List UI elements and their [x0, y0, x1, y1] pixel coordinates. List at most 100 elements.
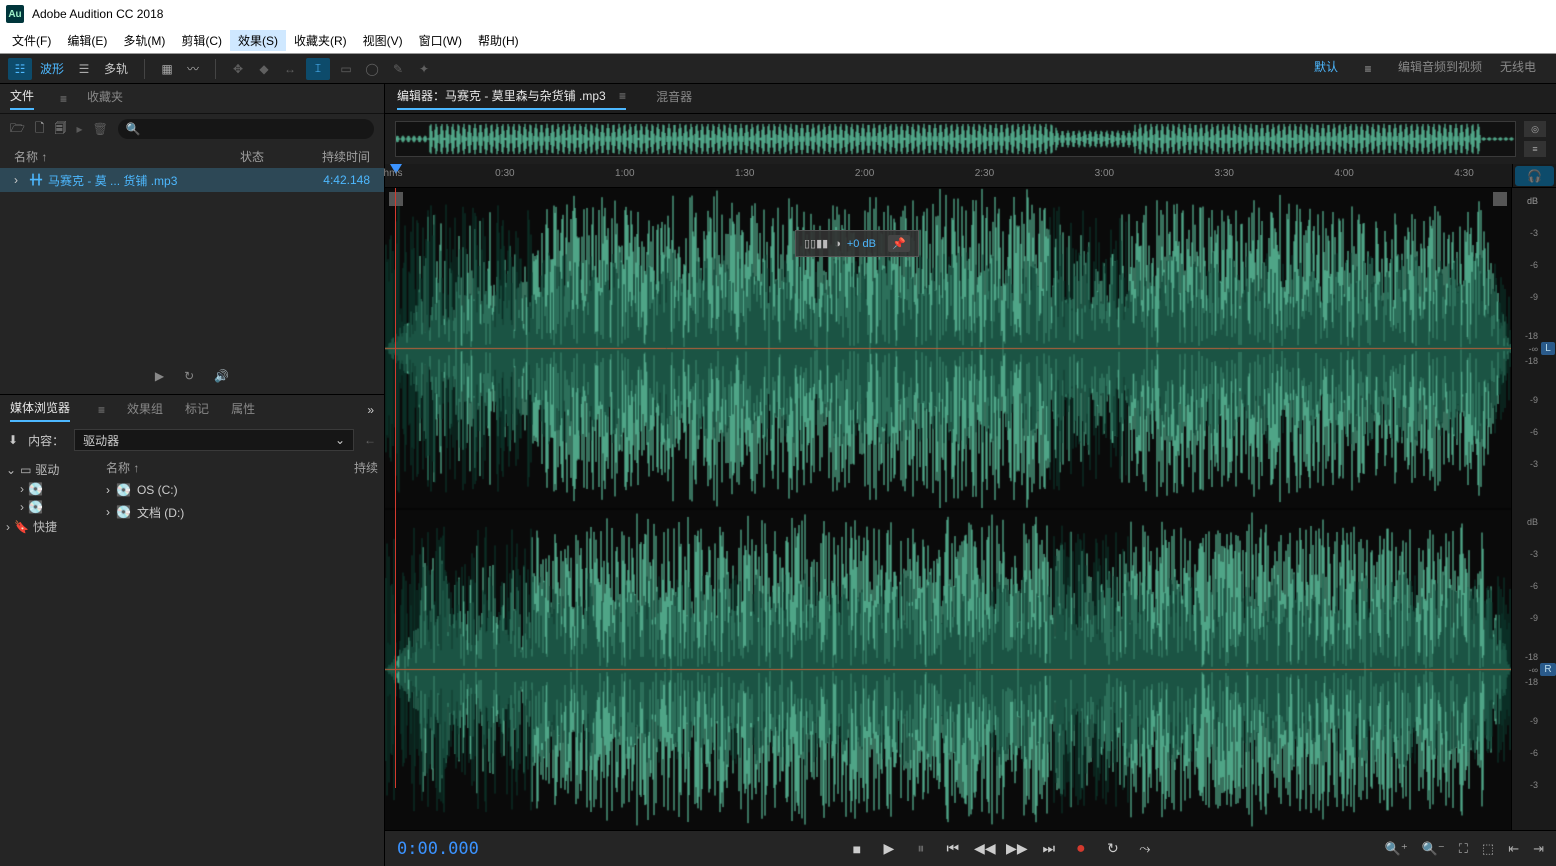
zoom-in-icon[interactable]: 🔍⁺	[1385, 841, 1408, 857]
tool-slip-icon[interactable]: ↔	[278, 58, 302, 80]
spectral-pitch-icon[interactable]: 〰	[181, 58, 205, 80]
drive-c[interactable]: ›💽	[6, 480, 94, 498]
timecode[interactable]: 0:00.000	[397, 839, 617, 859]
loop-button[interactable]: ↻	[1102, 840, 1124, 857]
new-file-icon[interactable]: 🗋	[35, 119, 45, 140]
workspace-default[interactable]: 默认	[1314, 58, 1338, 80]
files-panel-menu-icon[interactable]: ≡	[60, 92, 67, 106]
pause-button[interactable]: ⏸	[910, 840, 932, 857]
zoom-in-point-icon[interactable]: ⇤	[1508, 841, 1519, 857]
play-preview-icon[interactable]: ▶	[155, 369, 164, 383]
headphone-icon[interactable]: 🎧	[1515, 166, 1554, 186]
col-duration[interactable]: 持续时间	[290, 148, 370, 165]
tool-lasso-icon[interactable]: ◯	[360, 58, 384, 80]
content-dropdown[interactable]: 驱动器⌄	[74, 429, 354, 451]
autoplay-icon[interactable]: 🔊	[214, 369, 229, 383]
ruler-tick: 2:30	[975, 168, 994, 179]
waveform-display[interactable]: ▯▯▮▮ ◑ +0 dB 📌	[385, 188, 1512, 830]
workspace-editaudiovideo[interactable]: 编辑音频到视频	[1398, 58, 1482, 80]
time-ruler[interactable]: hms 0:301:001:302:002:303:003:304:004:30…	[385, 164, 1556, 188]
multitrack-label[interactable]: 多轨	[98, 60, 134, 77]
menu-file[interactable]: 文件(F)	[4, 30, 59, 51]
insert-icon[interactable]: ▸	[77, 122, 83, 136]
toolbar: ☷ 波形 ☰ 多轨 ▦ 〰 ✥ ◆ ↔ 𝙸 ▭ ◯ ✎ ✦ 默认 ≡ 编辑音频到…	[0, 54, 1556, 84]
tab-effects-rack[interactable]: 效果组	[127, 400, 163, 421]
play-button[interactable]: ▶	[878, 840, 900, 857]
spectral-freq-icon[interactable]: ▦	[155, 58, 179, 80]
tab-media-browser[interactable]: 媒体浏览器	[10, 399, 70, 422]
channel-top-left-toggle[interactable]	[389, 192, 403, 206]
tool-time-select-icon[interactable]: 𝙸	[306, 58, 330, 80]
tool-move-icon[interactable]: ✥	[226, 58, 250, 80]
tool-brush-icon[interactable]: ✎	[386, 58, 410, 80]
overview-zoom-icon[interactable]: ◎	[1524, 121, 1546, 137]
rewind-button[interactable]: ◀◀	[974, 840, 996, 857]
menu-effects[interactable]: 效果(S)	[230, 30, 286, 51]
tab-editor[interactable]: 编辑器：马赛克 - 莫里森与杂货铺 .mp3 ≡	[397, 87, 626, 110]
tab-favorites[interactable]: 收藏夹	[87, 88, 123, 109]
db-scale: dB dB-3-6-9-18-∞-18-9-6-3dB-3-6-9-18-∞-1…	[1512, 188, 1540, 830]
audio-file-icon: ╋╋	[30, 175, 42, 186]
menu-clip[interactable]: 剪辑(C)	[173, 30, 230, 51]
file-row[interactable]: › ╋╋ 马赛克 - 莫 ... 货铺 .mp3 4:42.148	[0, 168, 384, 192]
channel-top-right-toggle[interactable]	[1493, 192, 1507, 206]
tab-files[interactable]: 文件	[10, 87, 34, 110]
import-icon[interactable]: ⬇	[8, 433, 18, 447]
close-file-icon[interactable]: 🗑	[93, 122, 108, 136]
chevron-right-icon[interactable]: ›	[14, 173, 24, 187]
tool-marquee-icon[interactable]: ▭	[334, 58, 358, 80]
zoom-out-icon[interactable]: 🔍⁻	[1422, 841, 1445, 857]
browser-row-c[interactable]: ›💽OS (C:)	[106, 479, 378, 501]
menu-favorites[interactable]: 收藏夹(R)	[286, 30, 355, 51]
files-panel-header: 文件 ≡ 收藏夹	[0, 84, 384, 114]
volume-hud[interactable]: ▯▯▮▮ ◑ +0 dB 📌	[795, 230, 919, 257]
open-file-icon[interactable]: 🗁	[10, 119, 25, 140]
overview-nav-icon[interactable]: ≡	[1524, 141, 1546, 157]
tab-markers[interactable]: 标记	[185, 400, 209, 421]
menu-view[interactable]: 视图(V)	[355, 30, 411, 51]
zoom-out-point-icon[interactable]: ⇥	[1533, 841, 1544, 857]
waveform-label[interactable]: 波形	[34, 60, 70, 77]
drive-d[interactable]: ›💽	[6, 498, 94, 516]
loop-preview-icon[interactable]: ↻	[184, 369, 194, 383]
menu-help[interactable]: 帮助(H)	[470, 30, 527, 51]
tool-razor-icon[interactable]: ◆	[252, 58, 276, 80]
workspace-radio[interactable]: 无线电	[1500, 58, 1536, 80]
browser-col-duration[interactable]: 持续	[354, 459, 378, 479]
media-panel-menu-icon[interactable]: ≡	[98, 403, 105, 417]
col-status[interactable]: 状态	[240, 148, 290, 165]
menu-window[interactable]: 窗口(W)	[411, 30, 470, 51]
search-input[interactable]: 🔍	[118, 119, 374, 139]
volume-knob-icon[interactable]: ◑	[834, 238, 841, 250]
ruler-tick: 1:30	[735, 168, 754, 179]
overview-waveform[interactable]	[395, 121, 1516, 157]
shortcuts-root[interactable]: ›🔖快捷	[6, 516, 94, 537]
col-name[interactable]: 名称 ↑	[14, 148, 240, 165]
tab-properties[interactable]: 属性	[231, 400, 255, 421]
stop-button[interactable]: ■	[846, 841, 868, 857]
menu-edit[interactable]: 编辑(E)	[59, 30, 115, 51]
back-icon[interactable]: ←	[364, 433, 376, 447]
tab-mixer[interactable]: 混音器	[656, 88, 692, 109]
editor-tab-menu-icon[interactable]: ≡	[619, 89, 626, 103]
go-start-button[interactable]: ⏮	[942, 840, 964, 857]
forward-button[interactable]: ▶▶	[1006, 840, 1028, 857]
panel-overflow-icon[interactable]: »	[367, 403, 374, 417]
channel-right-badge[interactable]: R	[1540, 509, 1556, 830]
new-multitrack-icon[interactable]: 🗐	[55, 119, 67, 140]
menu-multitrack[interactable]: 多轨(M)	[115, 30, 173, 51]
browser-row-d[interactable]: ›💽文档 (D:)	[106, 501, 378, 523]
go-end-button[interactable]: ⏭	[1038, 840, 1060, 857]
multitrack-view-icon[interactable]: ☰	[72, 58, 96, 80]
pin-icon[interactable]: 📌	[888, 235, 910, 252]
browser-col-name[interactable]: 名称 ↑	[106, 459, 354, 479]
drives-root[interactable]: ⌄▭驱动	[6, 459, 94, 480]
record-button[interactable]: ●	[1070, 840, 1092, 858]
zoom-selection-icon[interactable]: ⬚	[1482, 841, 1494, 857]
tool-heal-icon[interactable]: ✦	[412, 58, 436, 80]
channel-left-badge[interactable]: L	[1540, 188, 1556, 509]
workspace-menu-icon[interactable]: ≡	[1356, 58, 1380, 80]
skip-selection-button[interactable]: ⤳	[1134, 840, 1156, 857]
zoom-full-icon[interactable]: ⛶	[1459, 841, 1468, 857]
waveform-view-icon[interactable]: ☷	[8, 58, 32, 80]
